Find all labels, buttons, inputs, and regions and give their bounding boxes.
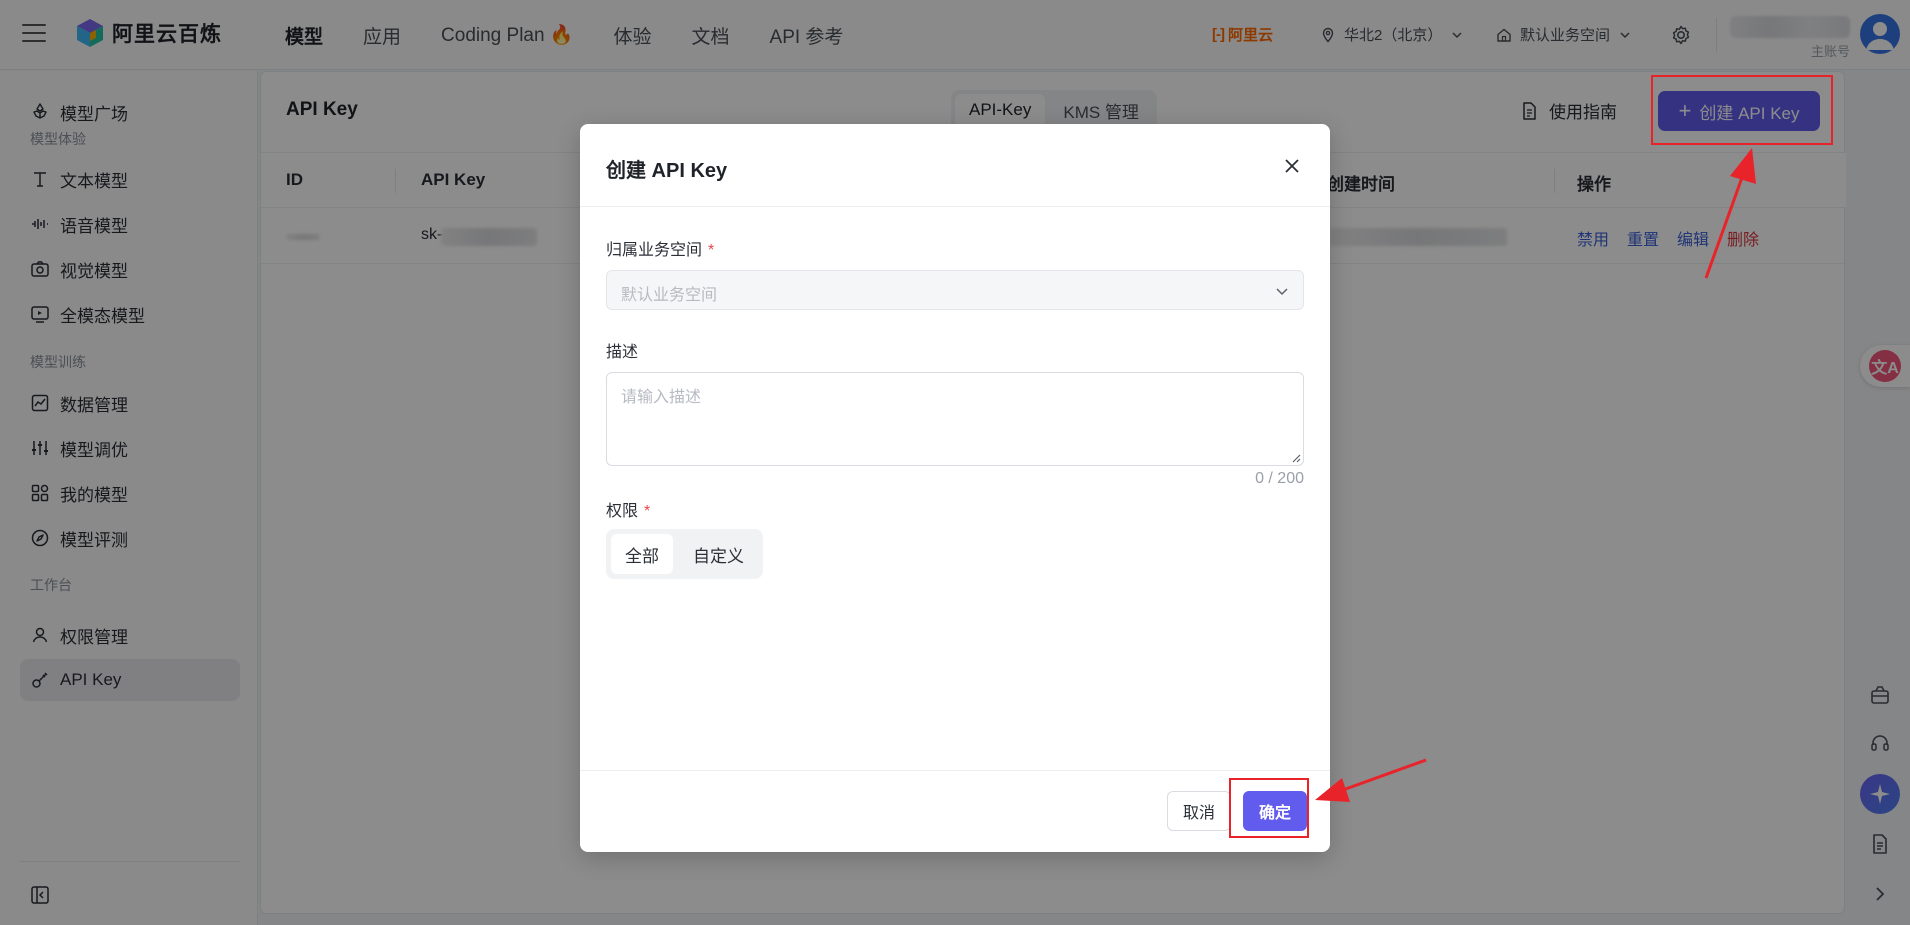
chevron-down-icon [1276, 288, 1288, 296]
cancel-button[interactable]: 取消 [1167, 791, 1231, 831]
close-icon[interactable] [1282, 156, 1302, 176]
dialog-title: 创建 API Key [606, 160, 728, 182]
annotation-box-confirm-button [1229, 778, 1309, 838]
description-textarea[interactable]: 请输入描述 [606, 372, 1304, 466]
permission-label-text: 权限 [606, 503, 639, 520]
workspace-select-value: 默认业务空间 [621, 287, 718, 304]
required-mark: * [644, 503, 651, 520]
annotation-box-create-button [1651, 75, 1833, 145]
dialog-divider [580, 206, 1330, 207]
resize-grip-icon[interactable] [1291, 453, 1301, 463]
required-mark: * [708, 242, 715, 259]
create-api-key-dialog: 创建 API Key 归属业务空间 * 默认业务空间 描述 请输入描述 0 / 2… [580, 124, 1330, 852]
permission-field-label: 权限 * [606, 497, 650, 521]
workspace-field-label: 归属业务空间 * [606, 236, 714, 260]
dialog-footer-divider [580, 770, 1330, 771]
permission-option-custom[interactable]: 自定义 [679, 534, 758, 574]
description-counter: 0 / 200 [1255, 470, 1304, 487]
description-placeholder: 请输入描述 [621, 389, 702, 406]
permission-segmented-control: 全部 自定义 [606, 529, 763, 579]
description-field-label: 描述 [606, 344, 639, 361]
permission-option-all[interactable]: 全部 [611, 534, 673, 574]
workspace-label-text: 归属业务空间 [606, 242, 703, 259]
workspace-select[interactable]: 默认业务空间 [606, 270, 1304, 310]
